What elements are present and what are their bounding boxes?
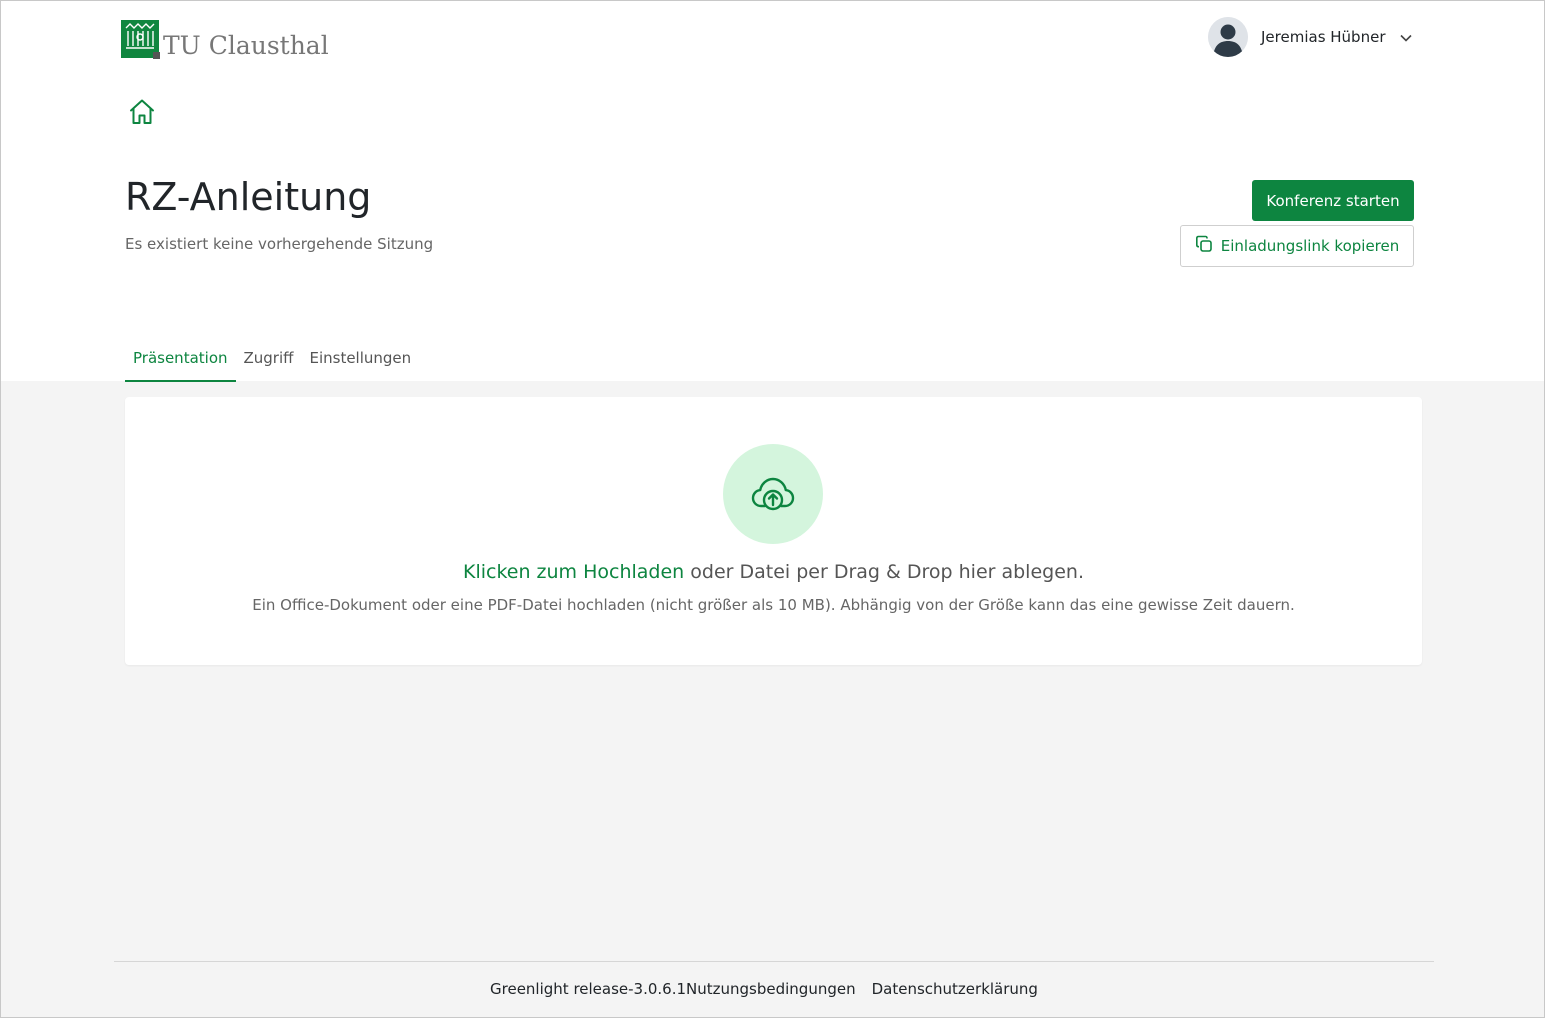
user-name: Jeremias Hübner	[1261, 28, 1386, 46]
upload-instruction: Klicken zum Hochladen oder Datei per Dra…	[125, 561, 1422, 583]
footer-version: release-3.0.6.1	[568, 980, 687, 998]
click-to-upload-link[interactable]: Klicken zum Hochladen	[463, 561, 684, 583]
drag-drop-text: oder Datei per Drag & Drop hier ablegen.	[684, 561, 1084, 583]
footer: Greenlight release-3.0.6.1 Nutzungsbedin…	[490, 980, 1038, 998]
footer-release: Greenlight release-3.0.6.1	[490, 980, 686, 998]
footer-product: Greenlight	[490, 980, 569, 998]
tu-clausthal-logo-icon	[121, 20, 160, 59]
footer-terms-link[interactable]: Nutzungsbedingungen	[686, 980, 856, 998]
brand-logo[interactable]: TU Clausthal	[121, 18, 329, 60]
room-tabs: Präsentation Zugriff Einstellungen	[125, 345, 419, 382]
tab-settings[interactable]: Einstellungen	[301, 345, 419, 382]
copy-invite-link-button[interactable]: Einladungslink kopieren	[1180, 225, 1414, 267]
presentation-upload-dropzone[interactable]: Klicken zum Hochladen oder Datei per Dra…	[125, 397, 1422, 665]
cloud-upload-icon	[723, 444, 823, 544]
copy-invite-link-label: Einladungslink kopieren	[1220, 237, 1400, 255]
chevron-down-icon	[1399, 28, 1413, 47]
footer-privacy-link[interactable]: Datenschutzerklärung	[872, 980, 1038, 998]
room-subtitle: Es existiert keine vorhergehende Sitzung	[125, 235, 434, 253]
room-title: RZ-Anleitung	[125, 175, 372, 219]
user-menu[interactable]: Jeremias Hübner	[1208, 17, 1413, 57]
header-area: TU Clausthal Jeremias Hübner RZ-Anleitun…	[1, 1, 1544, 382]
home-icon[interactable]	[127, 97, 157, 131]
copy-icon	[1195, 235, 1213, 257]
user-avatar-icon	[1208, 17, 1248, 57]
tab-access[interactable]: Zugriff	[236, 345, 302, 382]
upload-hint: Ein Office-Dokument oder eine PDF-Datei …	[252, 596, 1295, 614]
start-conference-button[interactable]: Konferenz starten	[1252, 180, 1414, 221]
logo-text: TU Clausthal	[163, 31, 329, 60]
tab-presentation[interactable]: Präsentation	[125, 345, 236, 382]
footer-divider	[114, 961, 1434, 962]
logo-dot	[153, 52, 160, 59]
